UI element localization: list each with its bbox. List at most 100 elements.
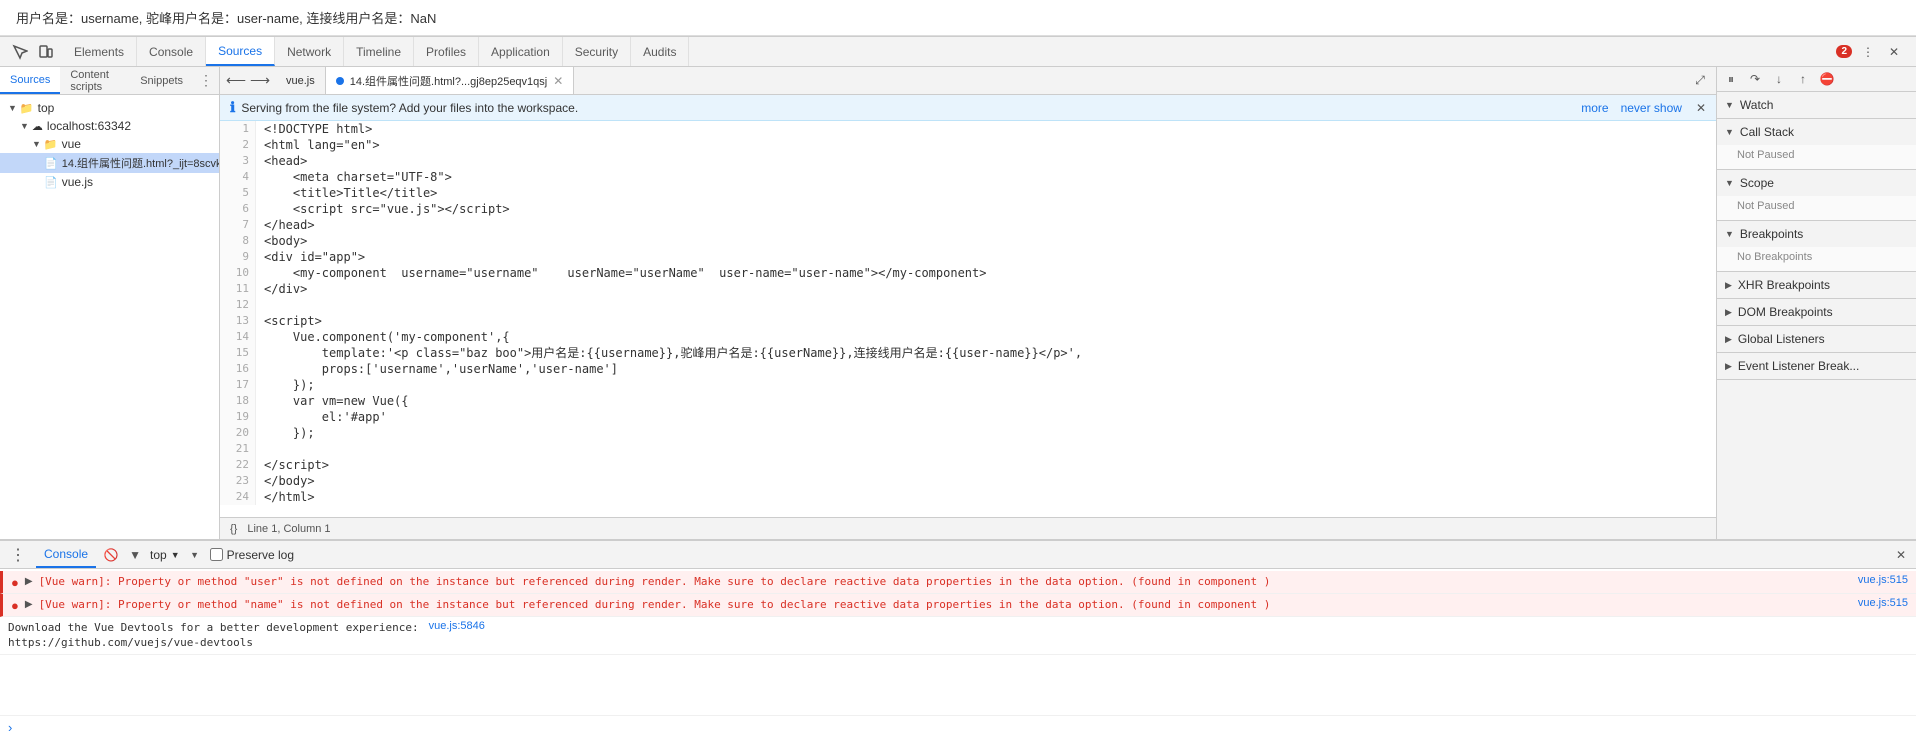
cloud-icon: ☁ bbox=[32, 120, 43, 133]
tab-elements[interactable]: Elements bbox=[62, 37, 137, 66]
code-tab-html-label: 14.组件属性问题.html?...gj8ep25eqv1qsj bbox=[350, 73, 547, 89]
info-bar-never-link[interactable]: never show bbox=[1621, 101, 1682, 115]
tree-item-localhost[interactable]: ▼ ☁ localhost:63342 bbox=[0, 117, 219, 135]
code-line-3: 3<head> bbox=[220, 153, 1716, 169]
tree-item-top[interactable]: ▼ 📁 top bbox=[0, 99, 219, 117]
filter-dropdown-icon[interactable]: ▼ bbox=[186, 546, 204, 564]
subtab-snippets[interactable]: Snippets bbox=[130, 67, 193, 94]
step-into-icon[interactable]: ↓ bbox=[1769, 69, 1789, 89]
step-over-icon[interactable]: ↷ bbox=[1745, 69, 1765, 89]
section-call-stack: ▼ Call Stack Not Paused bbox=[1717, 119, 1916, 170]
top-frame-selector[interactable]: top ▼ bbox=[150, 548, 180, 562]
code-tab-vuejs[interactable]: vue.js bbox=[276, 67, 326, 94]
info-bar-close-icon[interactable]: ✕ bbox=[1696, 101, 1706, 115]
format-icon[interactable]: {} bbox=[230, 523, 237, 535]
line-code: }); bbox=[256, 425, 323, 441]
section-dom-breakpoints: ▶ DOM Breakpoints bbox=[1717, 299, 1916, 326]
section-scope-header[interactable]: ▼ Scope bbox=[1717, 170, 1916, 196]
expand-arrow-icon[interactable]: ▶ bbox=[25, 599, 33, 610]
line-code: <script> bbox=[256, 313, 330, 329]
console-menu-icon[interactable]: ⋮ bbox=[6, 545, 30, 565]
console-messages: ● ▶ [Vue warn]: Property or method "user… bbox=[0, 569, 1916, 715]
tab-security[interactable]: Security bbox=[563, 37, 631, 66]
go-forward-icon[interactable]: ⟶ bbox=[250, 71, 270, 91]
tab-network[interactable]: Network bbox=[275, 37, 344, 66]
tree-item-file1[interactable]: 📄 14.组件属性问题.html?_ijt=8scvkt0g... bbox=[0, 153, 219, 173]
filter-icon[interactable]: ▼ bbox=[126, 546, 144, 564]
code-tab-html[interactable]: 14.组件属性问题.html?...gj8ep25eqv1qsj ✕ bbox=[326, 67, 575, 94]
tab-application[interactable]: Application bbox=[479, 37, 563, 66]
info-bar-text: Serving from the file system? Add your f… bbox=[241, 101, 578, 115]
line-code: <meta charset="UTF-8"> bbox=[256, 169, 460, 185]
console-tab[interactable]: Console bbox=[36, 541, 96, 568]
tree-item-file2[interactable]: 📄 vue.js bbox=[0, 173, 219, 191]
section-call-stack-header[interactable]: ▼ Call Stack bbox=[1717, 119, 1916, 145]
code-line-23: 23</body> bbox=[220, 473, 1716, 489]
info-bar-more-link[interactable]: more bbox=[1581, 101, 1608, 115]
tree-item-vue-folder[interactable]: ▼ 📁 vue bbox=[0, 135, 219, 153]
sources-panel: Sources Content scripts Snippets ⋮ ▼ 📁 bbox=[0, 67, 220, 539]
line-number: 11 bbox=[220, 281, 256, 297]
folder-icon-top: 📁 bbox=[20, 102, 34, 115]
tab-audits[interactable]: Audits bbox=[631, 37, 689, 66]
deactivate-breakpoints-icon[interactable]: ⛔ bbox=[1817, 69, 1837, 89]
console-msg-link-info[interactable]: vue.js:5846 bbox=[429, 620, 485, 632]
tree-arrow-top: ▼ bbox=[8, 103, 17, 113]
console-msg-link[interactable]: vue.js:515 bbox=[1858, 597, 1908, 609]
code-line-5: 5 <title>Title</title> bbox=[220, 185, 1716, 201]
line-number: 12 bbox=[220, 297, 256, 313]
line-number: 6 bbox=[220, 201, 256, 217]
section-event-header[interactable]: ▶ Event Listener Break... bbox=[1717, 353, 1916, 379]
code-tab-vuejs-label: vue.js bbox=[286, 75, 315, 87]
console-input[interactable] bbox=[18, 721, 1908, 735]
inspect-icon[interactable] bbox=[10, 42, 30, 62]
error-badge: 2 bbox=[1836, 45, 1852, 58]
tab-sources[interactable]: Sources bbox=[206, 37, 275, 66]
line-code: <html lang="en"> bbox=[256, 137, 388, 153]
section-watch-header[interactable]: ▼ Watch bbox=[1717, 92, 1916, 118]
line-code: var vm=new Vue({ bbox=[256, 393, 417, 409]
console-message-0: ● ▶ [Vue warn]: Property or method "user… bbox=[0, 571, 1916, 594]
section-xhr-header[interactable]: ▶ XHR Breakpoints bbox=[1717, 272, 1916, 298]
section-breakpoints: ▼ Breakpoints No Breakpoints bbox=[1717, 221, 1916, 272]
console-prompt: › bbox=[0, 715, 1916, 739]
console-msg-text: [Vue warn]: Property or method "name" is… bbox=[39, 597, 1848, 612]
section-dom-header[interactable]: ▶ DOM Breakpoints bbox=[1717, 299, 1916, 325]
section-global-header[interactable]: ▶ Global Listeners bbox=[1717, 326, 1916, 352]
sources-tree: ▼ 📁 top ▼ ☁ localhost:63342 ▼ 📁 vue bbox=[0, 95, 219, 539]
devtools-left-icons bbox=[4, 42, 62, 62]
section-call-stack-content: Not Paused bbox=[1717, 145, 1916, 169]
file-icon-1: 📄 bbox=[44, 157, 58, 170]
subtabs-more-icon[interactable]: ⋮ bbox=[193, 67, 219, 94]
more-options-icon[interactable]: ⋮ bbox=[1858, 42, 1878, 62]
subtab-content-scripts[interactable]: Content scripts bbox=[60, 67, 130, 94]
console-msg-link[interactable]: vue.js:515 bbox=[1858, 574, 1908, 586]
tree-arrow-vue: ▼ bbox=[32, 139, 41, 149]
console-message-1: ● ▶ [Vue warn]: Property or method "name… bbox=[0, 594, 1916, 617]
code-editor[interactable]: 1<!DOCTYPE html>2<html lang="en">3<head>… bbox=[220, 121, 1716, 517]
code-line-2: 2<html lang="en"> bbox=[220, 137, 1716, 153]
fullscreen-icon[interactable]: ⤢ bbox=[1690, 71, 1710, 91]
tab-timeline[interactable]: Timeline bbox=[344, 37, 414, 66]
section-event-listener: ▶ Event Listener Break... bbox=[1717, 353, 1916, 380]
expand-arrow-icon[interactable]: ▶ bbox=[25, 576, 33, 587]
line-code: Vue.component('my-component',{ bbox=[256, 329, 518, 345]
line-number: 17 bbox=[220, 377, 256, 393]
line-number: 1 bbox=[220, 121, 256, 137]
preserve-log-checkbox[interactable] bbox=[210, 548, 223, 561]
pause-resume-icon[interactable]: ⏸ bbox=[1721, 69, 1741, 89]
code-line-22: 22</script> bbox=[220, 457, 1716, 473]
close-devtools-icon[interactable]: ✕ bbox=[1884, 42, 1904, 62]
console-close-icon[interactable]: ✕ bbox=[1892, 546, 1910, 564]
preserve-log-label[interactable]: Preserve log bbox=[210, 548, 294, 562]
close-tab-icon[interactable]: ✕ bbox=[553, 74, 563, 88]
section-breakpoints-header[interactable]: ▼ Breakpoints bbox=[1717, 221, 1916, 247]
clear-console-icon[interactable]: 🚫 bbox=[102, 546, 120, 564]
device-toolbar-icon[interactable] bbox=[36, 42, 56, 62]
go-back-icon[interactable]: ⟵ bbox=[226, 71, 246, 91]
code-bottom-bar: {} Line 1, Column 1 bbox=[220, 517, 1716, 539]
tab-console[interactable]: Console bbox=[137, 37, 206, 66]
subtab-sources[interactable]: Sources bbox=[0, 67, 60, 94]
tab-profiles[interactable]: Profiles bbox=[414, 37, 479, 66]
step-out-icon[interactable]: ↑ bbox=[1793, 69, 1813, 89]
